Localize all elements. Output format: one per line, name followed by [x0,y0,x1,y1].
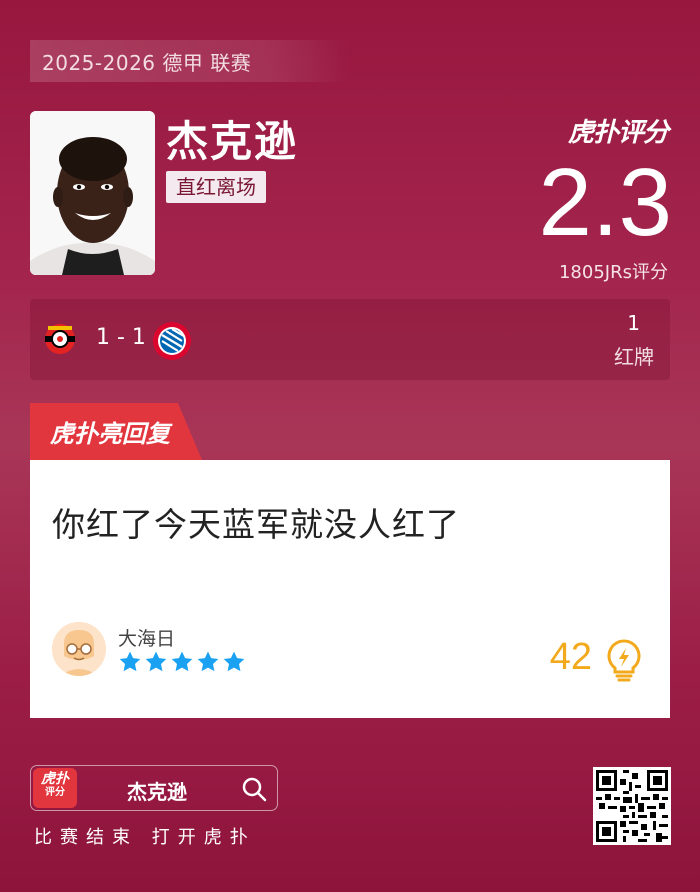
bayern-crest-icon [152,321,191,360]
rating-score: 2.3 [538,149,672,256]
like-count: 42 [549,636,592,678]
qr-code [593,767,671,845]
star-icon [145,651,167,672]
star-icon [223,651,245,672]
highlight-reply-tab: 虎扑亮回复 [30,403,202,460]
open-app-caption: 比赛结束 打开虎扑 [34,827,256,848]
highlight-reply-card[interactable]: 你红了今天蓝军就没人红了 大海日 42 [30,460,670,718]
player-name: 杰克逊 [166,117,299,166]
username[interactable]: 大海日 [118,624,175,651]
star-icon [171,651,193,672]
star-icon [197,651,219,672]
leverkusen-crest-icon [42,321,78,357]
red-card-count: 1 [627,311,640,335]
match-info-panel[interactable]: 1 - 1 1 红牌 [30,299,670,380]
match-score: 1 - 1 [96,325,146,350]
search-query: 杰克逊 [127,780,187,804]
user-avatar[interactable] [52,622,106,676]
search-icon[interactable] [241,776,267,802]
red-card-label: 红牌 [614,345,654,369]
player-photo [30,111,155,275]
hupu-app-icon: 虎扑 评分 [33,768,77,808]
rating-brand-logo: 虎扑评分 [567,118,669,148]
star-icon [119,651,141,672]
event-tag: 直红离场 [166,171,266,203]
rating-count: 1805JRs评分 [558,262,668,283]
lightbulb-icon[interactable] [604,638,644,682]
season-banner: 2025-2026 德甲 联赛 [30,40,350,82]
app-search-bar[interactable]: 虎扑 评分 杰克逊 [30,765,278,811]
user-rating-stars [118,650,246,674]
reply-text: 你红了今天蓝军就没人红了 [52,505,460,544]
